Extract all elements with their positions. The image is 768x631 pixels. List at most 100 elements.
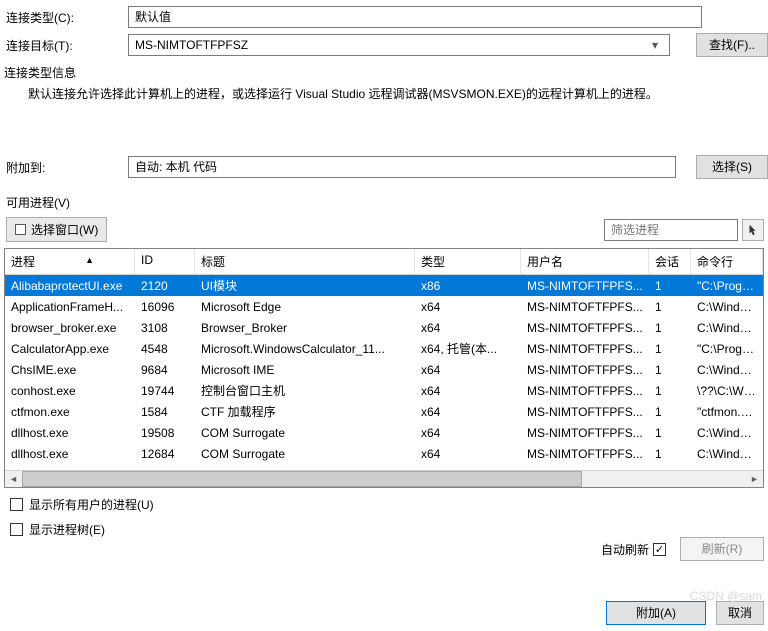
cell: dllhost.exe [5, 447, 135, 461]
col-session[interactable]: 会话 [649, 249, 691, 274]
col-type[interactable]: 类型 [415, 249, 521, 274]
col-id[interactable]: ID [135, 249, 195, 274]
cell: 1 [649, 342, 691, 356]
table-row[interactable]: CalculatorApp.exe4548Microsoft.WindowsCa… [5, 338, 763, 359]
cell: 1 [649, 363, 691, 377]
cell: CalculatorApp.exe [5, 342, 135, 356]
conn-type-value: 默认值 [135, 7, 171, 27]
process-grid[interactable]: 进程▲ ID 标题 类型 用户名 会话 命令行 AlibabaprotectUI… [4, 248, 764, 488]
show-tree-label: 显示进程树(E) [29, 521, 105, 538]
cell: conhost.exe [5, 384, 135, 398]
cell: MS-NIMTOFTFPFS... [521, 363, 649, 377]
table-row[interactable]: ctfmon.exe1584CTF 加载程序x64MS-NIMTOFTFPFS.… [5, 401, 763, 422]
col-user[interactable]: 用户名 [521, 249, 649, 274]
cell: C:\Windows\ [691, 426, 763, 440]
cell: x64 [415, 384, 521, 398]
cell: CTF 加载程序 [195, 403, 415, 420]
cell: 1 [649, 279, 691, 293]
cell: Microsoft Edge [195, 300, 415, 314]
conn-target-field[interactable]: MS-NIMTOFTFPFSZ ▾ [128, 34, 670, 56]
col-title[interactable]: 标题 [195, 249, 415, 274]
window-icon [15, 224, 26, 235]
cell: MS-NIMTOFTFPFS... [521, 447, 649, 461]
cell: "C:\Program [691, 342, 763, 356]
select-button[interactable]: 选择(S) [696, 155, 768, 179]
table-row[interactable]: ApplicationFrameH...16096Microsoft Edgex… [5, 296, 763, 317]
cancel-button[interactable]: 取消 [716, 601, 764, 625]
select-window-button[interactable]: 选择窗口(W) [6, 217, 107, 242]
cell: MS-NIMTOFTFPFS... [521, 321, 649, 335]
auto-refresh-checkbox[interactable]: ✓ [653, 543, 666, 556]
find-button[interactable]: 查找(F).. [696, 33, 768, 57]
clear-filter-button[interactable] [742, 219, 764, 241]
cell: 9684 [135, 363, 195, 377]
cell: 19508 [135, 426, 195, 440]
table-row[interactable]: dllhost.exe12684COM Surrogatex64MS-NIMTO… [5, 443, 763, 464]
col-process[interactable]: 进程▲ [5, 249, 135, 274]
cell: 19744 [135, 384, 195, 398]
scroll-left-icon[interactable]: ◄ [5, 471, 22, 488]
cell: x64 [415, 405, 521, 419]
cell: "C:\Program [691, 279, 763, 293]
cell: C:\Windows\ [691, 321, 763, 335]
cell: x64 [415, 321, 521, 335]
cell: 3108 [135, 321, 195, 335]
cell: UI模块 [195, 277, 415, 294]
cell: MS-NIMTOFTFPFS... [521, 300, 649, 314]
cell: 4548 [135, 342, 195, 356]
cell: "ctfmon.exe" [691, 405, 763, 419]
cell: COM Surrogate [195, 447, 415, 461]
cell: ctfmon.exe [5, 405, 135, 419]
chevron-down-icon[interactable]: ▾ [647, 35, 663, 55]
show-all-users-checkbox[interactable]: 显示所有用户的进程(U) [10, 496, 768, 513]
col-cmd[interactable]: 命令行 [691, 249, 763, 274]
cell: MS-NIMTOFTFPFS... [521, 405, 649, 419]
filter-input[interactable]: 筛选进程 [604, 219, 738, 241]
conn-target-value: MS-NIMTOFTFPFSZ [135, 35, 248, 55]
cell: AlibabaprotectUI.exe [5, 279, 135, 293]
auto-refresh-label: 自动刷新 [601, 541, 649, 558]
cell: x64 [415, 363, 521, 377]
cell: x86 [415, 279, 521, 293]
scroll-right-icon[interactable]: ► [746, 471, 763, 488]
refresh-button[interactable]: 刷新(R) [680, 537, 764, 561]
conn-info-title: 连接类型信息 [4, 64, 764, 81]
cell: MS-NIMTOFTFPFS... [521, 384, 649, 398]
grid-header[interactable]: 进程▲ ID 标题 类型 用户名 会话 命令行 [5, 249, 763, 275]
sort-asc-icon: ▲ [85, 255, 94, 265]
cell: Microsoft.WindowsCalculator_11... [195, 342, 415, 356]
conn-info-body: 默认连接允许选择此计算机上的进程，或选择运行 Visual Studio 远程调… [28, 85, 764, 102]
pointer-icon [746, 223, 760, 237]
cell: x64 [415, 447, 521, 461]
table-row[interactable]: AlibabaprotectUI.exe2120UI模块x86MS-NIMTOF… [5, 275, 763, 296]
cell: COM Surrogate [195, 426, 415, 440]
cell: 1 [649, 384, 691, 398]
cell: \??\C:\Windo [691, 384, 763, 398]
table-row[interactable]: browser_broker.exe3108Browser_Brokerx64M… [5, 317, 763, 338]
scroll-thumb[interactable] [22, 471, 582, 487]
horizontal-scrollbar[interactable]: ◄ ► [5, 470, 763, 487]
attach-to-field: 自动: 本机 代码 [128, 156, 676, 178]
attach-button[interactable]: 附加(A) [606, 601, 706, 625]
cell: x64 [415, 300, 521, 314]
cell: 控制台窗口主机 [195, 382, 415, 399]
table-row[interactable]: conhost.exe19744控制台窗口主机x64MS-NIMTOFTFPFS… [5, 380, 763, 401]
cell: 2120 [135, 279, 195, 293]
cell: MS-NIMTOFTFPFS... [521, 342, 649, 356]
cell: x64, 托管(本... [415, 340, 521, 357]
cell: 1 [649, 300, 691, 314]
cell: MS-NIMTOFTFPFS... [521, 279, 649, 293]
checkbox-icon [10, 523, 23, 536]
table-row[interactable]: dllhost.exe19508COM Surrogatex64MS-NIMTO… [5, 422, 763, 443]
cell: C:\Windows\ [691, 447, 763, 461]
attach-to-label: 附加到: [4, 159, 128, 176]
cell: 16096 [135, 300, 195, 314]
cell: 1 [649, 447, 691, 461]
conn-target-label: 连接目标(T): [4, 37, 128, 54]
table-row[interactable]: ChsIME.exe9684Microsoft IMEx64MS-NIMTOFT… [5, 359, 763, 380]
cell: C:\Windows\ [691, 363, 763, 377]
cell: 1 [649, 321, 691, 335]
cell: ChsIME.exe [5, 363, 135, 377]
conn-type-field[interactable]: 默认值 [128, 6, 702, 28]
show-tree-checkbox[interactable]: 显示进程树(E) [10, 521, 768, 538]
